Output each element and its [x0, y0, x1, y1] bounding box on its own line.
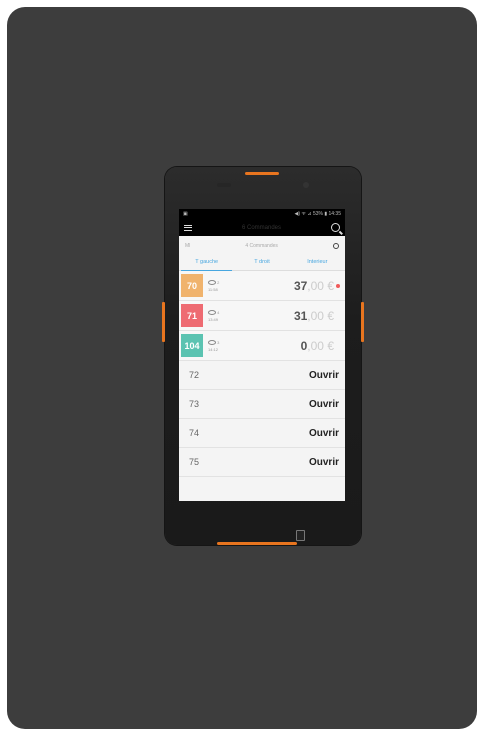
table-row[interactable]: 71 4 13:49 31,00 €	[179, 301, 345, 331]
amount-integer: 31	[293, 308, 308, 323]
eye-icon	[208, 309, 216, 315]
guest-count: 3	[217, 339, 220, 345]
front-camera-icon	[303, 182, 309, 188]
amount-integer: 37	[293, 278, 308, 293]
open-button[interactable]: Ouvrir	[309, 428, 339, 439]
list-item[interactable]: 72 Ouvrir	[179, 361, 345, 390]
order-time: 14:12	[208, 346, 219, 352]
subhead-left: Ml	[185, 243, 191, 249]
left-side-button[interactable]	[162, 302, 165, 342]
table-number: 72	[189, 370, 200, 380]
device-screen: ▣ ◀) ᯤ ⊿ 53% ▮ 14:35 6 Commandes Ml 4 Co…	[179, 209, 345, 501]
table-number-tile: 104	[181, 334, 203, 357]
list-item[interactable]: 75 Ouvrir	[179, 448, 345, 477]
hamburger-menu-icon[interactable]	[184, 223, 192, 232]
open-button[interactable]: Ouvrir	[309, 399, 339, 410]
status-right: ◀) ᯤ ⊿ 53% ▮ 14:35	[294, 211, 341, 217]
amount-cents: ,00 €	[307, 278, 334, 293]
tab-interieur[interactable]: Interieur	[290, 256, 345, 270]
eye-icon	[208, 279, 216, 285]
list-item[interactable]: 73 Ouvrir	[179, 390, 345, 419]
guest-count: 4	[217, 309, 220, 315]
table-number-tile: 71	[181, 304, 203, 327]
orders-count: 4 Commandes	[245, 243, 278, 249]
open-button[interactable]: Ouvrir	[309, 370, 339, 381]
main-content: Ml 4 Commandes T gauche T droit Interieu…	[179, 236, 345, 501]
order-amount: 37,00 €	[238, 279, 345, 293]
table-number: 73	[189, 399, 200, 409]
filter-search-icon[interactable]	[332, 243, 339, 249]
order-amount: 31,00 €	[238, 309, 345, 323]
speaker-grille	[217, 183, 231, 187]
eye-icon	[208, 339, 216, 345]
tab-t-droit[interactable]: T droit	[234, 256, 289, 270]
order-meta: 4 13:49	[208, 309, 238, 323]
status-left: ▣	[183, 211, 188, 217]
amount-cents: ,00 €	[307, 338, 334, 353]
table-row[interactable]: 104 3 14:12 0,00 €	[179, 331, 345, 361]
order-amount: 0,00 €	[238, 339, 345, 353]
bottom-accent-strip	[217, 542, 297, 545]
table-number: 74	[189, 428, 200, 438]
right-side-button[interactable]	[361, 302, 364, 342]
table-number-tile: 70	[181, 274, 203, 297]
status-bar: ▣ ◀) ᯤ ⊿ 53% ▮ 14:35	[179, 209, 345, 219]
tab-t-gauche[interactable]: T gauche	[179, 256, 234, 271]
amount-cents: ,00 €	[307, 308, 334, 323]
order-time: 11:58	[208, 286, 218, 292]
order-meta: 2 11:58	[208, 279, 238, 293]
sub-header: Ml 4 Commandes	[179, 236, 345, 256]
handheld-device: ▣ ◀) ᯤ ⊿ 53% ▮ 14:35 6 Commandes Ml 4 Co…	[162, 167, 364, 545]
order-meta: 3 14:12	[208, 339, 238, 353]
home-button-icon[interactable]	[296, 530, 305, 541]
open-button[interactable]: Ouvrir	[309, 457, 339, 468]
search-icon[interactable]	[331, 223, 340, 232]
list-item[interactable]: 74 Ouvrir	[179, 419, 345, 448]
alert-dot-icon	[336, 283, 340, 288]
top-accent-strip	[245, 172, 279, 175]
guest-count: 2	[217, 279, 220, 285]
app-title: 6 Commandes	[241, 224, 282, 231]
app-bar: 6 Commandes	[179, 219, 345, 236]
order-time: 13:49	[208, 316, 219, 322]
order-list: 70 2 11:58 37,00 € 71 4 13:49 31,00 € 10…	[179, 271, 345, 477]
room-tabs: T gauche T droit Interieur	[179, 256, 345, 271]
table-row[interactable]: 70 2 11:58 37,00 €	[179, 271, 345, 301]
table-number: 75	[189, 457, 200, 467]
